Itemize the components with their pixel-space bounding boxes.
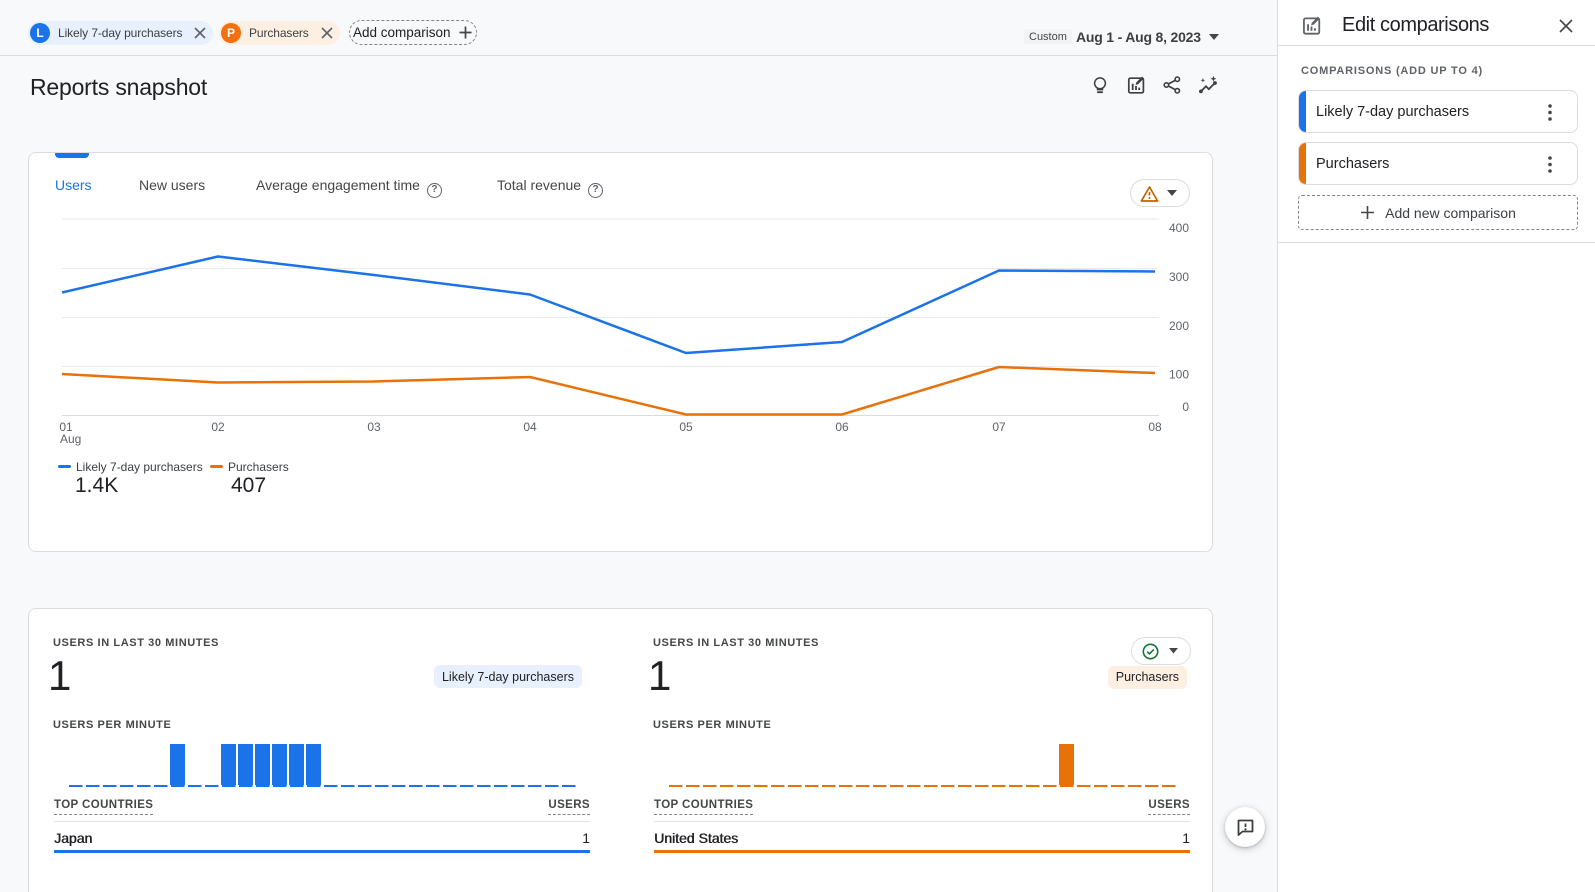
svg-text:04: 04 [523, 420, 537, 434]
svg-text:Aug: Aug [60, 432, 81, 446]
svg-text:05: 05 [679, 420, 693, 434]
svg-text:02: 02 [211, 420, 225, 434]
svg-text:100: 100 [1169, 368, 1189, 382]
svg-text:407: 407 [231, 474, 266, 497]
svg-text:07: 07 [992, 420, 1006, 434]
svg-text:Purchasers: Purchasers [228, 460, 289, 474]
svg-text:200: 200 [1169, 319, 1189, 333]
svg-text:Likely 7-day purchasers: Likely 7-day purchasers [76, 460, 203, 474]
svg-text:1.4K: 1.4K [75, 474, 118, 497]
svg-text:08: 08 [1148, 420, 1162, 434]
svg-text:300: 300 [1169, 270, 1189, 284]
svg-text:0: 0 [1182, 400, 1189, 414]
svg-text:06: 06 [835, 420, 849, 434]
svg-text:03: 03 [367, 420, 381, 434]
svg-text:400: 400 [1169, 221, 1189, 235]
